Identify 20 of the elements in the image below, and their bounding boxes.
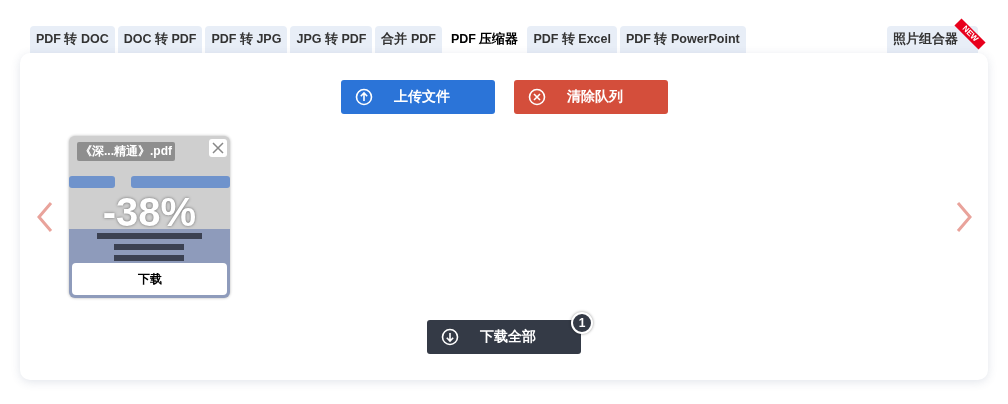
file-name: 《深...精通》.pdf <box>77 142 175 161</box>
download-icon <box>441 328 459 346</box>
chevron-left-icon <box>35 201 54 233</box>
tab[interactable]: DOC 转 PDF <box>117 26 203 53</box>
reduction-percentage: -38% <box>101 190 198 235</box>
tab[interactable]: JPG 转 PDF <box>290 26 373 53</box>
close-icon <box>212 142 224 154</box>
clear-button[interactable]: 清除队列 <box>513 80 668 114</box>
close-circle-icon <box>527 88 546 106</box>
tab[interactable]: PDF 转 PowerPoint <box>620 26 746 53</box>
count-badge: 1 <box>571 312 593 334</box>
upload-button[interactable]: 上传文件 <box>340 80 495 114</box>
tab[interactable]: PDF 转 DOC <box>30 26 115 53</box>
tab[interactable]: PDF 转 JPG <box>205 26 288 53</box>
close-button[interactable] <box>209 139 227 157</box>
tab[interactable]: 合并 PDF <box>375 26 442 53</box>
upload-icon <box>354 88 373 106</box>
chevron-right-icon <box>954 201 973 233</box>
download-button[interactable]: 下载 <box>72 263 227 295</box>
tab[interactable]: PDF 转 Excel <box>527 26 617 53</box>
